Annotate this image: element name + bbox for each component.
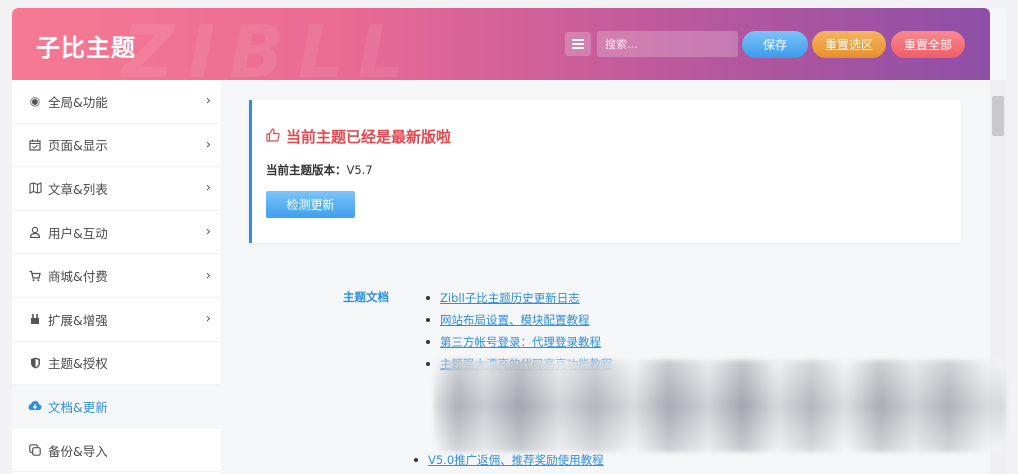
menu-icon	[572, 39, 584, 41]
update-card: 当前主题已经是最新版啦 当前主题版本：V5.7 检测更新	[249, 100, 961, 243]
calendar-check-icon	[28, 138, 42, 152]
sidebar-item-license[interactable]: 主题&授权	[12, 342, 221, 386]
sidebar-item-global[interactable]: ◉ 全局&功能 ›	[12, 80, 221, 124]
chevron-right-icon: ›	[205, 224, 211, 240]
list-item: 第三方帐号登录：代理登录教程	[426, 331, 613, 353]
user-icon	[28, 225, 42, 239]
header-watermark: ZIBLL	[122, 10, 418, 80]
list-item: 网站布局设置、模块配置教程	[426, 309, 613, 331]
sidebar-item-users[interactable]: 用户&互动 ›	[12, 211, 221, 255]
thumbs-up-icon	[266, 127, 280, 146]
update-status-text: 当前主题已经是最新版啦	[286, 128, 452, 146]
circle-dot-icon: ◉	[29, 94, 41, 109]
doc-link-affiliate[interactable]: V5.0推广返佣、推荐奖励使用教程	[428, 452, 604, 468]
sidebar-item-label: 备份&导入	[48, 443, 108, 459]
sidebar-item-label: 主题&授权	[48, 356, 108, 372]
list-item: V5.0推广返佣、推荐奖励使用教程	[414, 452, 604, 468]
cart-icon	[28, 269, 42, 283]
search-input[interactable]	[597, 31, 738, 57]
docs-section-label: 主题文档	[343, 290, 389, 304]
sidebar: ◉ 全局&功能 › 页面&显示 › 文章&列表 › 用户&互动 › 商城&付费 …	[12, 80, 221, 474]
scrollbar-thumb[interactable]	[992, 96, 1004, 136]
sidebar-item-label: 商城&付费	[48, 269, 108, 285]
version-label: 当前主题版本：	[266, 163, 347, 177]
plugin-icon	[28, 312, 42, 326]
map-icon	[28, 181, 42, 195]
cloud-download-icon	[28, 399, 42, 413]
chevron-right-icon: ›	[205, 137, 211, 153]
sidebar-item-label: 全局&功能	[48, 94, 108, 110]
redacted-links-blur	[434, 360, 1006, 452]
reset-selection-button[interactable]: 重置选区	[812, 31, 886, 58]
version-row: 当前主题版本：V5.7	[266, 162, 373, 178]
sidebar-item-label: 文章&列表	[48, 181, 108, 197]
doc-link-oauth[interactable]: 第三方帐号登录：代理登录教程	[440, 334, 601, 350]
chevron-right-icon: ›	[205, 311, 211, 327]
list-item: Zibll子比主题历史更新日志	[426, 287, 613, 309]
sidebar-item-backup[interactable]: 备份&导入	[12, 429, 221, 473]
check-update-button[interactable]: 检测更新	[266, 191, 355, 218]
page-title: 子比主题	[36, 34, 136, 62]
update-status-title: 当前主题已经是最新版啦	[266, 126, 451, 147]
doc-link-changelog[interactable]: Zibll子比主题历史更新日志	[440, 290, 580, 306]
copy-icon	[28, 443, 42, 457]
chevron-right-icon: ›	[205, 93, 211, 109]
sidebar-item-label: 文档&更新	[48, 399, 108, 415]
sidebar-item-label: 扩展&增强	[48, 312, 108, 328]
chevron-right-icon: ›	[205, 180, 211, 196]
save-button[interactable]: 保存	[742, 31, 808, 58]
reset-all-button[interactable]: 重置全部	[891, 31, 965, 58]
sidebar-item-label: 页面&显示	[48, 138, 108, 154]
sidebar-item-articles[interactable]: 文章&列表 ›	[12, 167, 221, 211]
chevron-right-icon: ›	[205, 268, 211, 284]
header-bar: ZIBLL 子比主题 保存 重置选区 重置全部	[12, 8, 990, 80]
sidebar-item-docs[interactable]: 文档&更新	[12, 385, 221, 429]
sidebar-item-label: 用户&互动	[48, 225, 108, 241]
menu-toggle-button[interactable]	[565, 32, 591, 56]
sidebar-item-extensions[interactable]: 扩展&增强 ›	[12, 298, 221, 342]
doc-link-layout[interactable]: 网站布局设置、模块配置教程	[440, 312, 590, 328]
shield-icon	[28, 356, 42, 370]
sidebar-item-shop[interactable]: 商城&付费 ›	[12, 254, 221, 298]
sidebar-item-page[interactable]: 页面&显示 ›	[12, 124, 221, 168]
version-value: V5.7	[346, 163, 373, 177]
